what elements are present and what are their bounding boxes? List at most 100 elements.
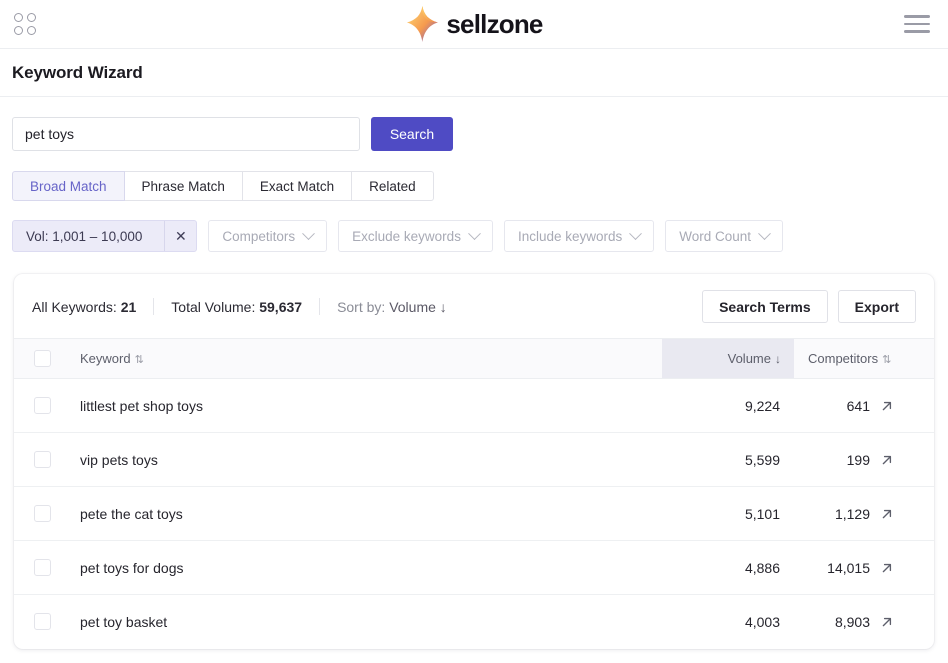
competitors-column-label: Competitors [808, 351, 879, 366]
filter-exclude-keywords[interactable]: Exclude keywords [338, 220, 493, 252]
row-competitors: 1,129 [834, 505, 870, 522]
row-competitors-cell: 8,903 [794, 595, 934, 649]
row-competitors-cell: 14,015 [794, 540, 934, 595]
row-checkbox[interactable] [34, 505, 51, 522]
apps-grid-dot [14, 26, 23, 35]
row-competitors: 14,015 [827, 559, 870, 576]
chevron-down-icon [629, 226, 643, 240]
table-row[interactable]: vip pets toys 5,599 199 [14, 432, 934, 487]
row-select-cell [14, 540, 70, 595]
table-row[interactable]: littlest pet shop toys 9,224 641 [14, 378, 934, 433]
search-button[interactable]: Search [371, 117, 453, 151]
table-row[interactable]: pete the cat toys 5,101 1,129 [14, 486, 934, 541]
external-link-icon[interactable] [880, 399, 894, 413]
row-keyword: vip pets toys [70, 432, 662, 487]
row-volume: 5,599 [662, 432, 794, 487]
tab-exact-match[interactable]: Exact Match [242, 171, 353, 201]
brand-name: sellzone [446, 8, 543, 39]
row-keyword: littlest pet shop toys [70, 378, 662, 433]
search-row: Search [0, 97, 948, 151]
sellzone-diamond-icon [406, 6, 438, 42]
keyword-column-header[interactable]: Keyword ⇅ [70, 338, 662, 379]
hamburger-line [904, 30, 930, 33]
total-volume-value: 59,637 [259, 298, 303, 315]
row-competitors: 8,903 [834, 613, 870, 630]
row-competitors-cell: 641 [794, 378, 934, 433]
table-header-row: Keyword ⇅ Volume ↓ Competitors ⇅ [14, 338, 934, 379]
divider [319, 298, 321, 315]
sort-toggle-icon[interactable]: ⇅ [882, 354, 891, 366]
tab-related[interactable]: Related [352, 171, 434, 201]
divider [153, 298, 155, 315]
results-actions: Search Terms Export [702, 290, 916, 323]
chevron-down-icon [468, 226, 481, 240]
hamburger-line [904, 22, 930, 26]
row-keyword: pet toy basket [80, 613, 168, 630]
row-competitors-cell: 1,129 [794, 486, 934, 541]
keywords-table: Keyword ⇅ Volume ↓ Competitors ⇅ littlest p… [14, 338, 934, 649]
external-link-icon[interactable] [880, 453, 894, 467]
export-button[interactable]: Export [837, 290, 916, 323]
results-summary: All Keywords: 21 Total Volume: 59,637 So… [32, 298, 447, 315]
external-link-icon[interactable] [880, 561, 894, 575]
filter-competitors[interactable]: Competitors [208, 220, 328, 252]
hamburger-menu-icon[interactable] [904, 11, 930, 37]
chevron-down-icon [302, 226, 316, 240]
sort-descending-icon[interactable]: ↓ [775, 352, 781, 366]
select-all-header [14, 338, 70, 379]
select-all-checkbox[interactable] [34, 350, 51, 367]
table-row[interactable]: pet toy basket 4,003 8,903 [14, 595, 934, 649]
external-link-icon[interactable] [880, 615, 894, 629]
filter-include-keywords[interactable]: Include keywords [503, 220, 655, 252]
search-terms-button[interactable]: Search Terms [702, 290, 828, 323]
row-volume: 5,101 [662, 486, 794, 541]
tab-broad-match[interactable]: Broad Match [12, 171, 125, 201]
results-card: All Keywords: 21 Total Volume: 59,637 So… [14, 274, 934, 649]
row-select-cell [14, 378, 70, 433]
external-link-icon[interactable] [880, 507, 894, 521]
chevron-down-icon [758, 226, 771, 240]
row-volume: 9,224 [662, 378, 794, 433]
filter-include-keywords-label: Include keywords [517, 228, 623, 244]
match-type-tabs: Broad Match Phrase Match Exact Match Rel… [12, 171, 434, 201]
apps-grid-icon[interactable] [14, 13, 36, 35]
table-body: littlest pet shop toys 9,224 641 vip pet… [14, 378, 934, 649]
row-checkbox[interactable] [34, 559, 51, 576]
filter-volume-range-label: Vol: 1,001 – 10,000 [26, 228, 143, 244]
total-volume-label: Total Volume: [171, 298, 256, 315]
row-select-cell [14, 595, 70, 649]
filter-competitors-label: Competitors [222, 228, 296, 244]
volume-column-header[interactable]: Volume ↓ [662, 338, 794, 379]
table-row[interactable]: pet toys for dogs 4,886 14,015 [14, 540, 934, 595]
hamburger-line [904, 15, 930, 18]
apps-grid-dot [27, 26, 36, 35]
filter-exclude-keywords-label: Exclude keywords [352, 228, 461, 244]
filter-volume-range[interactable]: Vol: 1,001 – 10,000 ✕ [12, 220, 198, 252]
row-select-cell [14, 486, 70, 541]
sort-by-label: Sort by: [337, 298, 386, 315]
keyword-column-label: Keyword [80, 351, 131, 366]
sort-toggle-icon[interactable]: ⇅ [135, 354, 144, 366]
clear-volume-filter-icon[interactable]: ✕ [164, 221, 196, 251]
row-volume: 4,003 [744, 613, 780, 630]
row-keyword: pete the cat toys [70, 486, 662, 541]
row-competitors-cell: 199 [794, 432, 934, 487]
tab-phrase-match[interactable]: Phrase Match [124, 171, 243, 201]
all-keywords-value: 21 [120, 298, 137, 315]
row-keyword: pet toys for dogs [70, 540, 662, 595]
filter-word-count[interactable]: Word Count [665, 220, 784, 252]
sort-descending-icon: ↓ [439, 298, 447, 315]
page-title: Keyword Wizard [12, 62, 143, 82]
row-volume: 4,886 [662, 540, 794, 595]
keyword-search-input[interactable] [12, 117, 360, 151]
competitors-column-header[interactable]: Competitors ⇅ [794, 338, 934, 379]
sort-by-control[interactable]: Sort by: Volume ↓ [337, 299, 447, 315]
filter-word-count-label: Word Count [679, 228, 752, 244]
row-competitors: 199 [846, 451, 870, 468]
brand-logo[interactable]: sellzone [405, 5, 543, 43]
row-checkbox[interactable] [34, 397, 51, 414]
total-volume-stat: Total Volume: 59,637 [171, 299, 302, 315]
row-checkbox[interactable] [34, 451, 51, 468]
row-checkbox[interactable] [34, 613, 51, 631]
all-keywords-label: All Keywords: [32, 298, 117, 315]
